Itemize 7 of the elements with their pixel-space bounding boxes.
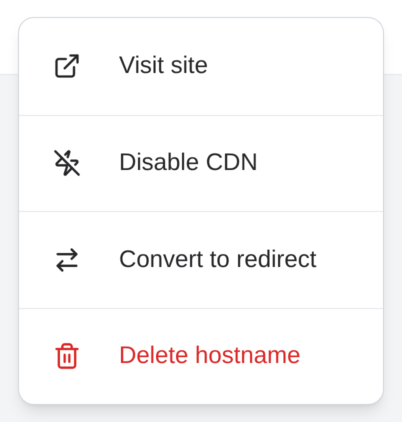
menu-item[interactable]: Visit site <box>19 18 383 114</box>
external-link-icon <box>53 52 81 80</box>
menu-item[interactable]: Delete hostname <box>19 308 383 404</box>
trash-icon <box>53 342 81 370</box>
lightning-off-icon <box>53 149 81 178</box>
menu-item[interactable]: Convert to redirect <box>19 211 383 308</box>
menu-item[interactable]: Disable CDN <box>19 114 383 211</box>
